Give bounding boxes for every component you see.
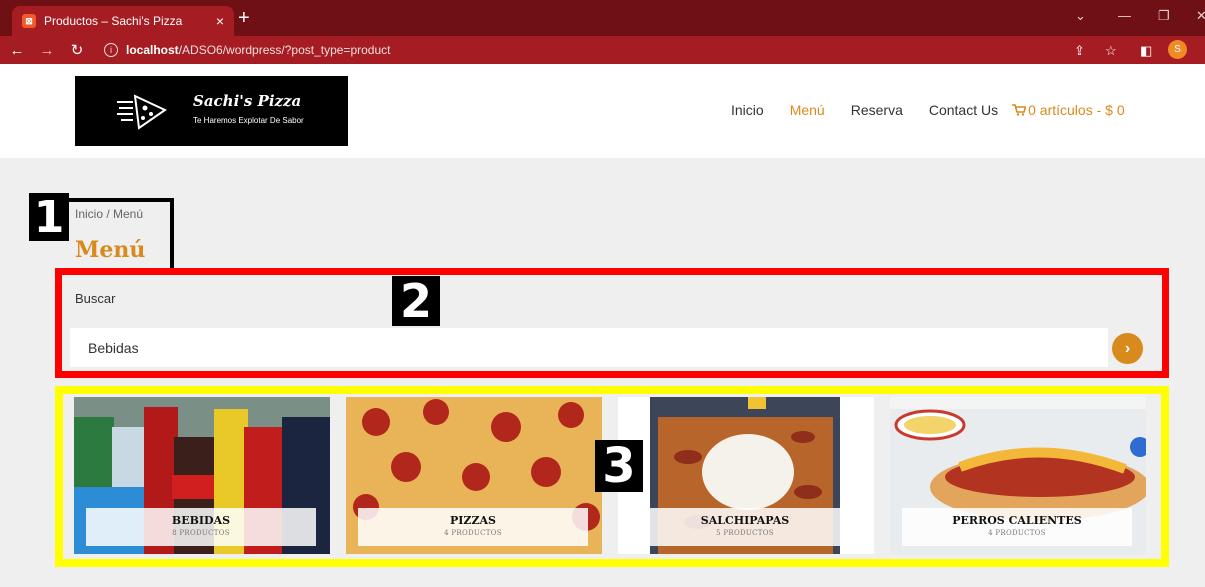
- category-card-perros-calientes[interactable]: PERROS CALIENTES 4 PRODUCTOS: [890, 397, 1146, 554]
- category-card-salchipapas[interactable]: SALCHIPAPAS 5 PRODUCTOS: [618, 397, 874, 554]
- main-nav: Inicio Menú Reserva Contact Us 0 artícul…: [731, 102, 1125, 118]
- nav-item-inicio[interactable]: Inicio: [731, 102, 764, 118]
- category-name: PERROS CALIENTES: [952, 514, 1082, 527]
- category-name: PIZZAS: [450, 514, 496, 527]
- annotation-badge-3: 3: [595, 438, 643, 494]
- address-bar[interactable]: i localhost /ADSO6/wordpress/?post_type=…: [104, 39, 1124, 61]
- new-tab-button[interactable]: +: [238, 8, 250, 28]
- share-icon[interactable]: ⇪: [1074, 43, 1085, 59]
- category-caption: PERROS CALIENTES 4 PRODUCTOS: [902, 508, 1132, 546]
- search-submit-button[interactable]: ›: [1112, 333, 1143, 364]
- category-count: 5 PRODUCTOS: [716, 529, 774, 537]
- tab-title: Productos – Sachi's Pizza: [44, 14, 183, 28]
- bookmark-star-icon[interactable]: ☆: [1105, 43, 1117, 59]
- category-caption: PIZZAS 4 PRODUCTOS: [358, 508, 588, 546]
- search-input[interactable]: [70, 328, 1108, 367]
- tab-search-icon[interactable]: ⌄: [1075, 8, 1086, 24]
- category-card-bebidas[interactable]: BEBIDAS 8 PRODUCTOS: [74, 397, 330, 554]
- profile-avatar[interactable]: S: [1168, 40, 1187, 59]
- url-path: /ADSO6/wordpress/?post_type=product: [178, 43, 391, 57]
- cart-link[interactable]: 0 artículos - $ 0: [1012, 102, 1125, 118]
- search-label: Buscar: [75, 291, 116, 306]
- category-name: BEBIDAS: [171, 514, 231, 527]
- logo-name: Sachi's Pizza: [193, 92, 302, 110]
- nav-item-contact[interactable]: Contact Us: [929, 102, 998, 118]
- logo-tagline: Te Haremos Explotar De Sabor: [193, 116, 304, 125]
- pizza-logo-icon: [117, 94, 167, 130]
- nav-item-menu[interactable]: Menú: [790, 102, 825, 118]
- category-count: 8 PRODUCTOS: [172, 529, 230, 537]
- site-info-icon[interactable]: i: [104, 43, 118, 57]
- chevron-right-icon: ›: [1124, 339, 1131, 357]
- browser-tab[interactable]: ⊠ Productos – Sachi's Pizza ×: [12, 6, 234, 36]
- category-card-pizzas[interactable]: PIZZAS 4 PRODUCTOS: [346, 397, 602, 554]
- cart-summary: 0 artículos - $ 0: [1028, 102, 1125, 118]
- category-count: 4 PRODUCTOS: [444, 529, 502, 537]
- category-caption: BEBIDAS 8 PRODUCTOS: [86, 508, 316, 546]
- side-panel-icon[interactable]: ◧: [1140, 43, 1152, 59]
- annotation-badge-2: 2: [392, 274, 440, 328]
- restore-icon[interactable]: ❐: [1158, 8, 1170, 24]
- back-icon[interactable]: ←: [4, 42, 30, 59]
- reload-icon[interactable]: ↻: [64, 41, 90, 59]
- forward-icon[interactable]: →: [34, 42, 60, 59]
- category-count: 4 PRODUCTOS: [988, 529, 1046, 537]
- window-close-icon[interactable]: ✕: [1196, 8, 1205, 24]
- xampp-favicon-icon: ⊠: [22, 14, 36, 28]
- url-host: localhost: [126, 43, 179, 57]
- nav-item-reserva[interactable]: Reserva: [851, 102, 903, 118]
- cart-icon: [1012, 104, 1027, 116]
- annotation-badge-1: 1: [29, 192, 69, 243]
- breadcrumb[interactable]: Inicio / Menú: [75, 207, 143, 221]
- category-caption: SALCHIPAPAS 5 PRODUCTOS: [630, 508, 860, 546]
- site-header: Sachi's Pizza Te Haremos Explotar De Sab…: [0, 64, 1205, 158]
- tab-close-icon[interactable]: ×: [216, 13, 224, 29]
- minimize-icon[interactable]: —: [1118, 8, 1131, 23]
- page-title: Menú: [75, 237, 146, 263]
- category-name: SALCHIPAPAS: [700, 514, 790, 527]
- site-logo[interactable]: Sachi's Pizza Te Haremos Explotar De Sab…: [75, 76, 348, 146]
- browser-tab-bar: ⊠ Productos – Sachi's Pizza × + ⌄ — ❐ ✕: [0, 0, 1205, 36]
